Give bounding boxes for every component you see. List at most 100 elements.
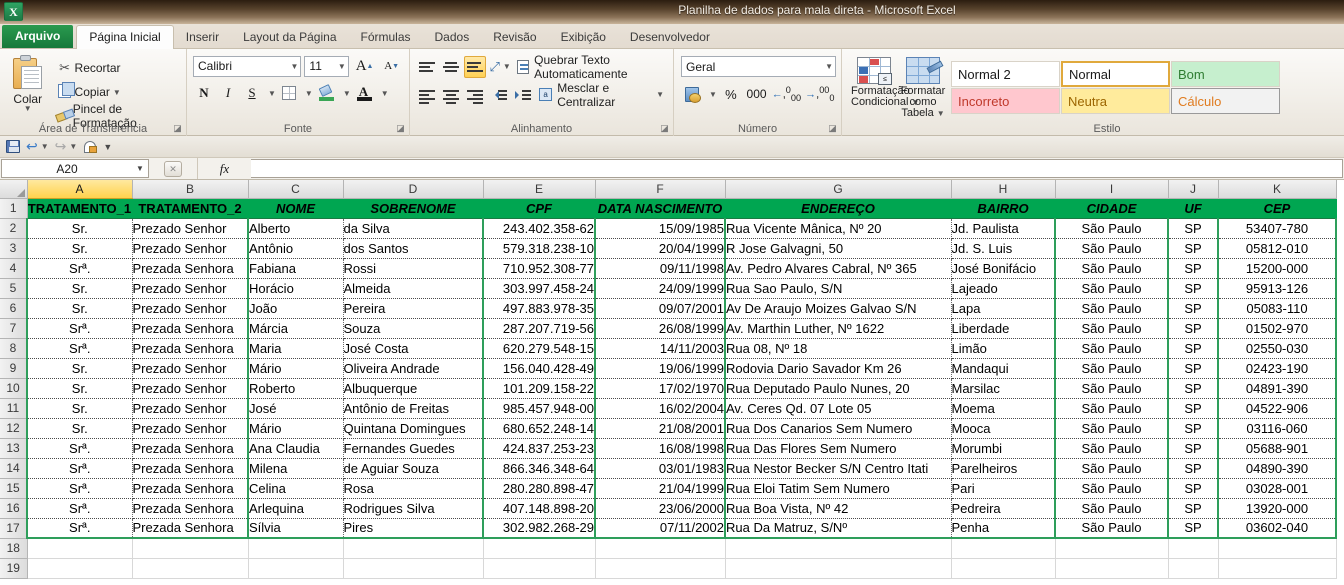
percent-format-button[interactable]: % [720, 83, 742, 105]
row-header-3[interactable]: 3 [0, 238, 27, 258]
cell-C5[interactable]: Horácio [248, 278, 343, 298]
align-left-button[interactable] [416, 84, 438, 106]
cell-D10[interactable]: Albuquerque [343, 378, 483, 398]
cell-G13[interactable]: Rua Das Flores Sem Numero [725, 438, 951, 458]
tab-revisao[interactable]: Revisão [481, 26, 548, 48]
cell-J8[interactable]: SP [1168, 338, 1218, 358]
column-header-g[interactable]: G [725, 180, 951, 198]
cell-H8[interactable]: Limão [951, 338, 1055, 358]
cell-A13[interactable]: Srª. [27, 438, 132, 458]
cell-A9[interactable]: Sr. [27, 358, 132, 378]
cell-I10[interactable]: São Paulo [1055, 378, 1168, 398]
cell-B12[interactable]: Prezado Senhor [132, 418, 248, 438]
cell-J10[interactable]: SP [1168, 378, 1218, 398]
row-header-1[interactable]: 1 [0, 198, 27, 218]
copy-dropdown-icon[interactable]: ▼ [113, 88, 121, 97]
tab-arquivo[interactable]: Arquivo [2, 25, 73, 48]
cell-B5[interactable]: Prezado Senhor [132, 278, 248, 298]
cell-B3[interactable]: Prezado Senhor [132, 238, 248, 258]
cell-F8[interactable]: 14/11/2003 [595, 338, 725, 358]
cell-B16[interactable]: Prezada Senhora [132, 498, 248, 518]
save-button[interactable] [6, 140, 20, 153]
cell-B7[interactable]: Prezada Senhora [132, 318, 248, 338]
cell-F11[interactable]: 16/02/2004 [595, 398, 725, 418]
select-all-corner[interactable] [0, 180, 27, 198]
redo-dropdown-icon[interactable]: ▼ [69, 142, 77, 151]
cell-E3[interactable]: 579.318.238-10 [483, 238, 595, 258]
cell-H7[interactable]: Liberdade [951, 318, 1055, 338]
cell-C13[interactable]: Ana Claudia [248, 438, 343, 458]
cell-D12[interactable]: Quintana Domingues [343, 418, 483, 438]
cell-C15[interactable]: Celina [248, 478, 343, 498]
chevron-down-icon[interactable]: ▼ [822, 62, 833, 71]
font-name-combo[interactable]: Calibri ▼ [193, 56, 301, 77]
cell-C10[interactable]: Roberto [248, 378, 343, 398]
cell-J19[interactable] [1168, 558, 1218, 578]
cut-button[interactable]: ✂ Recortar [52, 56, 182, 80]
conditional-formatting-button[interactable]: ≤ Formatação Condicional▼ [851, 57, 897, 108]
cell-K12[interactable]: 03116-060 [1218, 418, 1336, 438]
tab-formulas[interactable]: Fórmulas [349, 26, 423, 48]
cell-D6[interactable]: Pereira [343, 298, 483, 318]
cell-F16[interactable]: 23/06/2000 [595, 498, 725, 518]
column-header-h[interactable]: H [951, 180, 1055, 198]
row-header-11[interactable]: 11 [0, 398, 27, 418]
cell-I13[interactable]: São Paulo [1055, 438, 1168, 458]
cell-H16[interactable]: Pedreira [951, 498, 1055, 518]
cell-G19[interactable] [725, 558, 951, 578]
cell-B6[interactable]: Prezado Senhor [132, 298, 248, 318]
cell-G14[interactable]: Rua Nestor Becker S/N Centro Itati [725, 458, 951, 478]
cell-F9[interactable]: 19/06/1999 [595, 358, 725, 378]
row-header-15[interactable]: 15 [0, 478, 27, 498]
cell-A3[interactable]: Sr. [27, 238, 132, 258]
header-cell-D[interactable]: SOBRENOME [343, 198, 483, 218]
style-incorreto[interactable]: Incorreto [951, 88, 1060, 114]
cell-J17[interactable]: SP [1168, 518, 1218, 538]
row-header-8[interactable]: 8 [0, 338, 27, 358]
cell-H14[interactable]: Parelheiros [951, 458, 1055, 478]
copy-button[interactable]: Copiar ▼ [52, 80, 182, 104]
increase-indent-button[interactable] [512, 84, 534, 106]
undo-button[interactable]: ↩▼ [26, 138, 49, 155]
cell-G17[interactable]: Rua Da Matruz, S/Nº [725, 518, 951, 538]
cell-B4[interactable]: Prezada Senhora [132, 258, 248, 278]
cell-D16[interactable]: Rodrigues Silva [343, 498, 483, 518]
cell-E2[interactable]: 243.402.358-62 [483, 218, 595, 238]
cell-C7[interactable]: Márcia [248, 318, 343, 338]
header-cell-C[interactable]: NOME [248, 198, 343, 218]
header-cell-I[interactable]: CIDADE [1055, 198, 1168, 218]
chevron-down-icon[interactable]: ▼ [335, 62, 346, 71]
cell-H2[interactable]: Jd. Paulista [951, 218, 1055, 238]
align-middle-button[interactable] [440, 56, 462, 78]
row-header-16[interactable]: 16 [0, 498, 27, 518]
cell-J14[interactable]: SP [1168, 458, 1218, 478]
style-normal-2[interactable]: Normal 2 [951, 61, 1060, 87]
cell-D17[interactable]: Pires [343, 518, 483, 538]
cell-E6[interactable]: 497.883.978-35 [483, 298, 595, 318]
row-header-4[interactable]: 4 [0, 258, 27, 278]
cell-K9[interactable]: 02423-190 [1218, 358, 1336, 378]
cell-C11[interactable]: José [248, 398, 343, 418]
format-as-table-button[interactable]: Formatar como Tabela▼ [900, 57, 946, 119]
header-cell-K[interactable]: CEP [1218, 198, 1336, 218]
align-bottom-button[interactable] [464, 56, 486, 78]
align-center-button[interactable] [440, 84, 462, 106]
borders-dropdown-icon[interactable]: ▼ [305, 89, 313, 98]
row-header-19[interactable]: 19 [0, 558, 27, 578]
cell-F6[interactable]: 09/07/2001 [595, 298, 725, 318]
row-header-17[interactable]: 17 [0, 518, 27, 538]
cell-I4[interactable]: São Paulo [1055, 258, 1168, 278]
cell-E4[interactable]: 710.952.308-77 [483, 258, 595, 278]
cell-J9[interactable]: SP [1168, 358, 1218, 378]
cell-F12[interactable]: 21/08/2001 [595, 418, 725, 438]
cell-I17[interactable]: São Paulo [1055, 518, 1168, 538]
cell-D5[interactable]: Almeida [343, 278, 483, 298]
merge-dropdown-icon[interactable]: ▼ [656, 90, 664, 99]
cell-B13[interactable]: Prezada Senhora [132, 438, 248, 458]
cell-B10[interactable]: Prezado Senhor [132, 378, 248, 398]
style-calculo[interactable]: Cálculo [1171, 88, 1280, 114]
currency-dropdown-icon[interactable]: ▼ [709, 90, 717, 99]
cell-D7[interactable]: Souza [343, 318, 483, 338]
cell-G18[interactable] [725, 538, 951, 558]
cell-G10[interactable]: Rua Deputado Paulo Nunes, 20 [725, 378, 951, 398]
